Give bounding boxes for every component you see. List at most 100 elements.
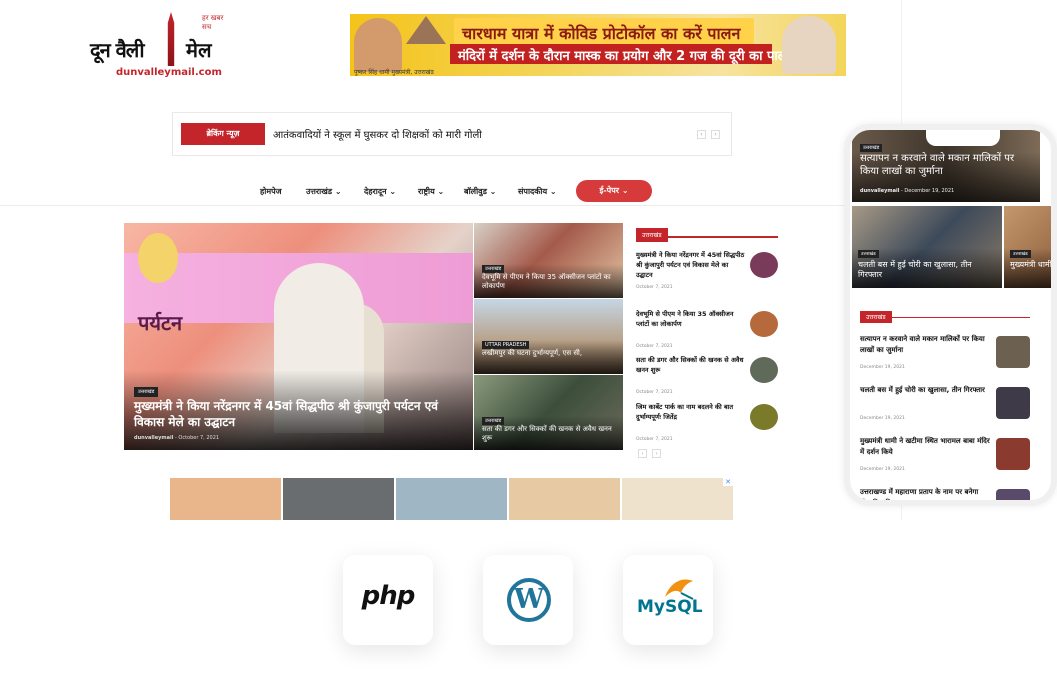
list-item-title[interactable]: जिम कार्बेट पार्क का नाम बदलने की बात दु… [636, 402, 746, 422]
list-item-date: December 19, 2021 [860, 365, 905, 370]
list-item-title[interactable]: मुख्यमंत्री ने किया नरेंद्रनगर में 45वां… [636, 250, 746, 280]
site-logo[interactable]: हर खबर सच दून वैली मेल dunvalleymail.com [86, 10, 231, 82]
sidebar-heading: उत्तराखंड [636, 222, 778, 242]
sidebar-next-button[interactable]: › [652, 449, 661, 458]
list-item-thumb[interactable] [996, 489, 1030, 500]
mobile-list-item[interactable]: सत्यापन न करवाने वाले मकान मालिकों पर कि… [860, 334, 1030, 384]
list-item-thumb[interactable] [996, 387, 1030, 419]
list-item[interactable]: मुख्यमंत्री ने किया नरेंद्रनगर में 45वां… [636, 250, 778, 296]
ad-credit: पुष्कर सिंह धामी मुख्यमंत्री, उत्तराखंड [354, 69, 434, 76]
mobile-hero-meta: dunvalleymail - December 19, 2021 [860, 188, 955, 194]
breaking-next-button[interactable]: › [711, 130, 720, 139]
epaper-label: ई-पेपर [599, 186, 620, 195]
sidebar-heading-label[interactable]: उत्तराखंड [636, 228, 668, 242]
mobile-hero-author[interactable]: dunvalleymail [860, 188, 899, 194]
list-item-date: October 7, 2021 [636, 344, 673, 349]
logo-tower-icon [167, 12, 175, 66]
nav-label: देहरादून [364, 187, 387, 196]
list-item-thumb[interactable] [996, 336, 1030, 368]
tile-title[interactable]: सता की डगर और सिक्कों की खनक से अवैध खनन… [482, 425, 620, 443]
grid-tile[interactable]: उत्तराखंड देवभूमि से पीएम ने किया 35 ऑक्… [474, 223, 623, 298]
main-nav: होमपेज उत्तराखंड ⌄ देहरादून ⌄ राष्ट्रीय … [0, 176, 901, 206]
nav-label: राष्ट्रीय [418, 187, 435, 196]
list-item-thumb[interactable] [750, 404, 778, 430]
list-item-title[interactable]: चलती बस में हुई चोरी का खुलासा, तीन गिरफ… [860, 385, 990, 396]
mysql-badge: MySQL [623, 555, 713, 645]
ad-portrait-left [354, 18, 402, 72]
nav-item-home[interactable]: होमपेज [260, 186, 282, 197]
ad-image [509, 478, 620, 520]
ad-image [170, 478, 281, 520]
logo-text-right: मेल [186, 38, 212, 62]
hero-article[interactable]: पर्यटन उत्तराखंड मुख्यमंत्री ने किया नरे… [124, 223, 473, 450]
tile-badge[interactable]: उत्तराखंड [1010, 250, 1031, 258]
list-item-date: December 19, 2021 [860, 467, 905, 472]
mysql-logo-text: MySQL [637, 597, 703, 617]
mobile-hero-badge[interactable]: उत्तराखंड [860, 144, 883, 152]
logo-url: dunvalleymail.com [116, 67, 222, 78]
nav-label: बॉलीवुड [464, 187, 487, 196]
nav-item-bollywood[interactable]: बॉलीवुड ⌄ [464, 186, 496, 197]
bottom-banner-ad[interactable]: ✕ [170, 478, 733, 520]
sidebar-uttarakhand: उत्तराखंड मुख्यमंत्री ने किया नरेंद्रनगर… [636, 222, 778, 462]
mobile-hero-date: December 19, 2021 [904, 188, 955, 194]
nav-item-dehradun[interactable]: देहरादून ⌄ [364, 186, 396, 197]
mobile-section-heading: उत्तराखंड [860, 304, 1030, 323]
mobile-grid-tile[interactable]: उत्तराखंड मुख्यमंत्री धामी ने खटीमा स्थि… [1004, 206, 1051, 288]
list-item-date: October 7, 2021 [636, 285, 673, 290]
php-badge: php [343, 555, 433, 645]
list-item-title[interactable]: देवभूमि से पीएम ने किया 35 ऑक्सीजन प्लां… [636, 309, 746, 329]
mobile-grid-tile[interactable]: उत्तराखंड चलती बस में हुई चोरी का खुलासा… [852, 206, 1002, 288]
nav-item-national[interactable]: राष्ट्रीय ⌄ [418, 186, 444, 197]
list-item-thumb[interactable] [996, 438, 1030, 470]
breaking-prev-button[interactable]: ‹ [697, 130, 706, 139]
list-item[interactable]: जिम कार्बेट पार्क का नाम बदलने की बात दु… [636, 402, 778, 448]
hero-title[interactable]: मुख्यमंत्री ने किया नरेंद्रनगर में 45वां… [134, 398, 469, 430]
nav-label: उत्तराखंड [306, 187, 333, 196]
tile-badge[interactable]: उत्तराखंड [482, 265, 505, 273]
mobile-list-item[interactable]: उत्तराखण्ड में महाराणा प्रताप के नाम पर … [860, 487, 1030, 500]
top-banner-ad[interactable]: चारधाम यात्रा में कोविड प्रोटोकॉल का करे… [350, 14, 846, 76]
sidebar-prev-button[interactable]: ‹ [638, 449, 647, 458]
wordpress-badge: W [483, 555, 573, 645]
nav-epaper-button[interactable]: ई-पेपर ⌄ [576, 180, 652, 202]
breaking-headline[interactable]: आतंकवादियों ने स्कूल में घुसकर दो शिक्षक… [273, 127, 482, 141]
list-item-title[interactable]: सता की डगर और सिक्कों की खनक से अवैध खनन… [636, 355, 746, 375]
list-item-thumb[interactable] [750, 357, 778, 383]
tile-title[interactable]: लखीमपुर की घटना दुर्भाग्यपूर्ण, एस सी, [482, 349, 620, 358]
list-item-title[interactable]: मुख्यमंत्री धामी ने खटीमा स्थित भारामल ब… [860, 436, 990, 458]
list-item-thumb[interactable] [750, 252, 778, 278]
ad-subline: मंदिरों में दर्शन के दौरान मास्क का प्रय… [450, 44, 814, 64]
tile-title[interactable]: चलती बस में हुई चोरी का खुलासा, तीन गिरफ… [858, 260, 998, 280]
ad-image [283, 478, 394, 520]
list-item-thumb[interactable] [750, 311, 778, 337]
phone-notch [926, 130, 1000, 146]
mobile-preview: उत्तराखंड सत्यापन न करवाने वाले मकान माल… [844, 124, 1057, 506]
desktop-preview: हर खबर सच दून वैली मेल dunvalleymail.com… [0, 0, 902, 520]
list-item[interactable]: सता की डगर और सिक्कों की खनक से अवैध खनन… [636, 355, 778, 401]
nav-item-uttarakhand[interactable]: उत्तराखंड ⌄ [306, 186, 342, 197]
grid-tile[interactable]: उत्तराखंड सता की डगर और सिक्कों की खनक स… [474, 375, 623, 450]
tile-title[interactable]: देवभूमि से पीएम ने किया 35 ऑक्सीजन प्लां… [482, 273, 620, 291]
tile-badge[interactable]: UTTAR PRADESH [482, 341, 530, 349]
mobile-hero-title[interactable]: सत्यापन न करवाने वाले मकान मालिकों पर कि… [860, 152, 1035, 178]
nav-label: संपादकीय [518, 187, 548, 196]
hero-author[interactable]: dunvalleymail [134, 435, 173, 441]
hero-banner-text: पर्यटन [138, 311, 183, 335]
breaking-news-bar: ब्रेकिंग न्यूज़ आतंकवादियों ने स्कूल में… [172, 112, 732, 156]
list-item-title[interactable]: सत्यापन न करवाने वाले मकान मालिकों पर कि… [860, 334, 990, 356]
mobile-list-item[interactable]: चलती बस में हुई चोरी का खुलासा, तीन गिरफ… [860, 385, 1030, 435]
tile-badge[interactable]: उत्तराखंड [858, 250, 879, 258]
hero-meta: dunvalleymail - October 7, 2021 [134, 435, 220, 441]
ad-close-icon[interactable]: ✕ [723, 478, 733, 486]
mobile-list-item[interactable]: मुख्यमंत्री धामी ने खटीमा स्थित भारामल ब… [860, 436, 1030, 486]
hero-category-badge[interactable]: उत्तराखंड [134, 387, 159, 397]
tile-badge[interactable]: उत्तराखंड [482, 417, 505, 425]
nav-item-editorial[interactable]: संपादकीय ⌄ [518, 186, 557, 197]
grid-tile[interactable]: UTTAR PRADESH लखीमपुर की घटना दुर्भाग्यप… [474, 299, 623, 374]
tile-title[interactable]: मुख्यमंत्री धामी ने खटीमा स्थित मंदिर मे… [1010, 260, 1051, 270]
mobile-section-label[interactable]: उत्तराखंड [860, 311, 892, 323]
list-item[interactable]: देवभूमि से पीएम ने किया 35 ऑक्सीजन प्लां… [636, 309, 778, 355]
php-logo-icon: php [361, 581, 416, 611]
list-item-title[interactable]: उत्तराखण्ड में महाराणा प्रताप के नाम पर … [860, 487, 990, 500]
